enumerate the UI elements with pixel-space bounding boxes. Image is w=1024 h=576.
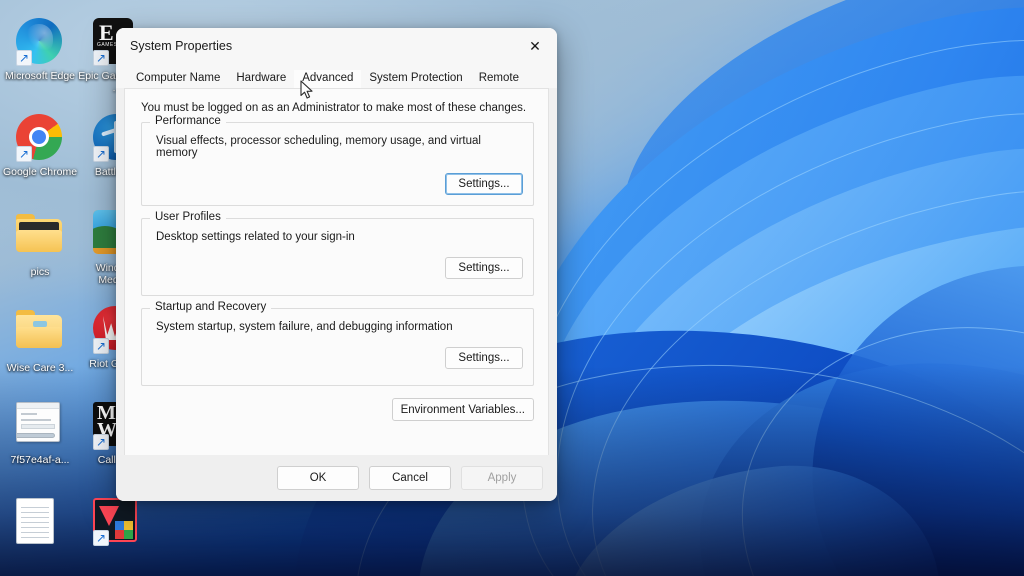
dialog-footer: OK Cancel Apply	[116, 455, 557, 501]
environment-variables-row: Environment Variables...	[135, 398, 538, 421]
startup-recovery-settings-button[interactable]: Settings...	[445, 347, 523, 369]
cancel-button[interactable]: Cancel	[369, 466, 451, 490]
performance-description: Visual effects, processor scheduling, me…	[156, 135, 481, 159]
dialog-title: System Properties	[130, 39, 233, 53]
user-profiles-group: User Profiles Desktop settings related t…	[141, 211, 534, 296]
user-profiles-settings-button[interactable]: Settings...	[445, 257, 523, 279]
dialog-tab-strip: Computer Name Hardware Advanced System P…	[116, 64, 557, 88]
ok-button[interactable]: OK	[277, 466, 359, 490]
dialog-titlebar[interactable]: System Properties ✕	[116, 28, 557, 64]
desktop-icon-google-chrome[interactable]: ↗ Google Chrome	[1, 114, 79, 178]
shortcut-arrow-icon: ↗	[93, 50, 109, 66]
performance-settings-button[interactable]: Settings...	[445, 173, 523, 195]
system-properties-dialog: System Properties ✕ Computer Name Hardwa…	[116, 28, 557, 501]
tab-hardware[interactable]: Hardware	[228, 70, 294, 88]
advanced-tab-panel: You must be logged on as an Administrato…	[124, 88, 549, 455]
shortcut-arrow-icon: ↗	[93, 530, 109, 546]
startup-recovery-group: Startup and Recovery System startup, sys…	[141, 301, 534, 386]
performance-group-title: Performance	[150, 115, 226, 127]
apply-button: Apply	[461, 466, 543, 490]
tab-advanced[interactable]: Advanced	[294, 70, 362, 88]
user-profiles-description: Desktop settings related to your sign-in	[156, 231, 355, 243]
user-profiles-button-row: Settings...	[152, 257, 523, 279]
shortcut-arrow-icon: ↗	[16, 146, 32, 162]
desktop-icon-pics[interactable]: pics	[1, 210, 79, 278]
desktop-icon-screenshot-file[interactable]: 7f57e4af-a...	[1, 402, 79, 466]
administrator-notice: You must be logged on as an Administrato…	[141, 102, 527, 114]
desktop-icon-label: Microsoft Edge	[4, 70, 76, 82]
performance-group: Performance Visual effects, processor sc…	[141, 115, 534, 206]
text-document-icon	[16, 498, 64, 546]
startup-recovery-group-title: Startup and Recovery	[150, 301, 272, 313]
shortcut-arrow-icon: ↗	[16, 50, 32, 66]
folder-icon	[16, 310, 64, 358]
tab-system-protection[interactable]: System Protection	[361, 70, 470, 88]
desktop-icon-wise-care[interactable]: Wise Care 3...	[1, 306, 79, 374]
startup-recovery-description: System startup, system failure, and debu…	[156, 321, 453, 333]
tab-computer-name[interactable]: Computer Name	[128, 70, 228, 88]
folder-icon	[16, 214, 64, 262]
microsoft-edge-icon: ↗	[16, 18, 64, 66]
google-chrome-icon: ↗	[16, 114, 64, 162]
desktop-icon-label: pics	[30, 266, 50, 278]
shortcut-arrow-icon: ↗	[93, 338, 109, 354]
close-icon[interactable]: ✕	[513, 28, 557, 64]
startup-recovery-button-row: Settings...	[152, 347, 523, 369]
shortcut-arrow-icon: ↗	[93, 434, 109, 450]
desktop-icon-label: Wise Care 3...	[6, 362, 74, 374]
desktop-icon-label: Google Chrome	[2, 166, 78, 178]
desktop-icon-valorant[interactable]: ↗	[78, 498, 156, 550]
performance-button-row: Settings...	[152, 173, 523, 195]
tab-remote[interactable]: Remote	[471, 70, 527, 88]
desktop-screen: ↗ Microsoft Edge EGAMES ↗ Epic Games Lau…	[0, 0, 1024, 576]
desktop-icon-label: 7f57e4af-a...	[10, 454, 70, 466]
environment-variables-button[interactable]: Environment Variables...	[391, 398, 534, 421]
desktop-icon-text-document[interactable]	[1, 498, 79, 550]
desktop-icon-microsoft-edge[interactable]: ↗ Microsoft Edge	[1, 18, 79, 82]
valorant-icon: ↗	[93, 498, 141, 546]
shortcut-arrow-icon: ↗	[93, 146, 109, 162]
user-profiles-group-title: User Profiles	[150, 211, 226, 223]
dialog-screenshot-icon	[16, 402, 64, 450]
